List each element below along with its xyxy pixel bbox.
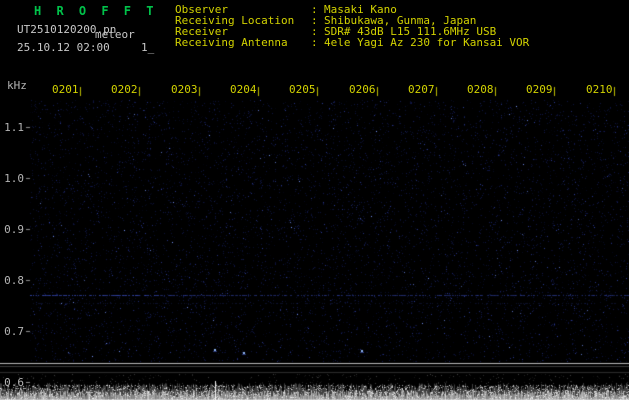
time-label-0206: 0206: [349, 83, 376, 96]
freq-label-0.8: 0.8: [4, 274, 24, 287]
time-label-0210: 0210: [586, 83, 613, 96]
info-label: Receiving Antenna: [175, 36, 288, 49]
info-row-antenna: Receiving Antenna:4ele Yagi Az 230 for K…: [175, 37, 529, 48]
time-label-0207: 0207: [408, 83, 435, 96]
station-label: meteor: [95, 28, 135, 41]
frequency-axis-labels: 1.1 1.0 0.9 0.8 0.7 0.6: [0, 0, 26, 400]
time-label-0208: 0208: [467, 83, 494, 96]
time-label-0203: 0203: [171, 83, 198, 96]
time-label-0202: 0202: [111, 83, 138, 96]
time-label-0205: 0205: [289, 83, 316, 96]
info-value: 4ele Yagi Az 230 for Kansai VOR: [324, 36, 530, 49]
spectrogram-canvas: [0, 0, 629, 400]
freq-label-0.7: 0.7: [4, 325, 24, 338]
count-indicator: 1_: [141, 41, 155, 54]
station-info-block: Observer: Masaki Kano Receiving Location:…: [175, 4, 529, 48]
time-label-0209: 0209: [526, 83, 553, 96]
freq-label-1.0: 1.0: [4, 172, 24, 185]
time-label-0201: 0201: [52, 83, 79, 96]
app-title: H R O F F T: [34, 4, 158, 18]
hrofft-screen: H R O F F T UT2510120200.pn meteor 25.10…: [0, 0, 629, 400]
colon-separator: :: [311, 36, 318, 49]
freq-label-0.6: 0.6: [4, 376, 24, 389]
freq-label-1.1: 1.1: [4, 121, 24, 134]
time-label-0204: 0204: [230, 83, 257, 96]
freq-label-0.9: 0.9: [4, 223, 24, 236]
datetime-label: 25.10.12 02:00: [17, 41, 110, 54]
time-axis-labels: 0201 0202 0203 0204 0205 0206 0207 0208 0209 0210: [0, 83, 629, 96]
